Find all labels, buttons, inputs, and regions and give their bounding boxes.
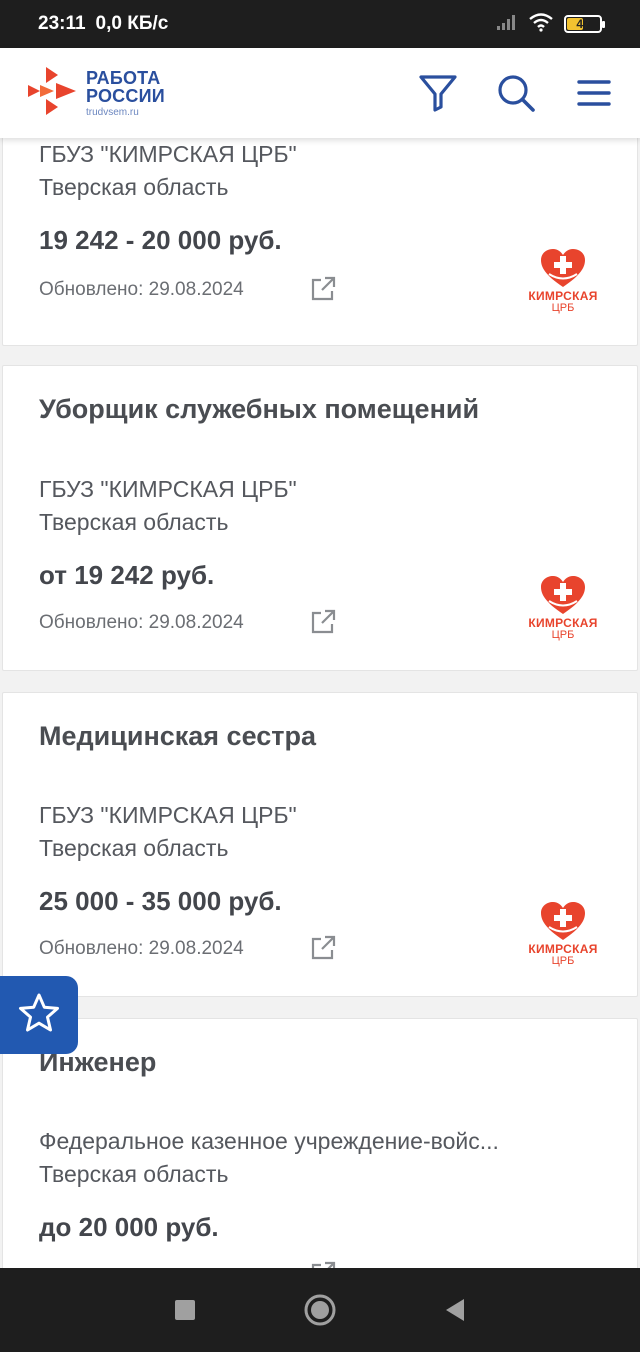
- status-right: 47: [496, 12, 605, 37]
- vacancy-salary: до 20 000 руб.: [39, 1212, 219, 1242]
- logo-line-2: РОССИИ: [86, 85, 165, 106]
- vacancy-company: ГБУЗ "КИМРСКАЯ ЦРБ": [39, 476, 297, 502]
- battery-icon: 47: [564, 15, 605, 33]
- vacancy-salary: 19 242 - 20 000 руб.: [39, 225, 282, 255]
- company-logo-sub: ЦРБ: [551, 954, 575, 967]
- menu-icon[interactable]: [574, 73, 614, 113]
- external-link-icon[interactable]: [309, 275, 339, 305]
- vacancy-card[interactable]: ГБУЗ "КИМРСКАЯ ЦРБ" Тверская область 19 …: [2, 128, 638, 346]
- external-link-icon[interactable]: [309, 934, 339, 964]
- vacancy-card[interactable]: Уборщик служебных помещений ГБУЗ "КИМРСК…: [2, 365, 638, 671]
- vacancy-region: Тверская область: [39, 835, 229, 861]
- status-left: 23:11 0,0 КБ/с: [38, 13, 168, 35]
- search-icon[interactable]: [496, 73, 536, 113]
- company-logo-name: КИМРСКАЯ: [528, 942, 598, 956]
- system-nav-bar: [0, 1268, 640, 1352]
- signal-icon: [496, 13, 518, 36]
- vacancy-card[interactable]: Медицинская сестра ГБУЗ "КИМРСКАЯ ЦРБ" Т…: [2, 692, 638, 997]
- wifi-icon: [528, 12, 554, 37]
- vacancy-company: ГБУЗ "КИМРСКАЯ ЦРБ": [39, 141, 297, 167]
- company-logo-sub: ЦРБ: [551, 628, 575, 641]
- favorites-button[interactable]: [0, 976, 78, 1054]
- home-icon[interactable]: [300, 1290, 340, 1330]
- logo-subtitle: trudvsem.ru: [86, 106, 139, 118]
- vacancy-company: Федеральное казенное учреждение-войс...: [39, 1128, 499, 1154]
- company-logo: КИМРСКАЯ ЦРБ: [523, 902, 603, 976]
- vacancy-region: Тверская область: [39, 174, 229, 200]
- app-header: РАБОТА РОССИИ trudvsem.ru: [0, 48, 640, 138]
- company-logo-name: КИМРСКАЯ: [528, 289, 598, 303]
- star-icon: [18, 992, 60, 1039]
- vacancy-card[interactable]: Инженер Федеральное казенное учреждение-…: [2, 1018, 638, 1286]
- status-network-speed: 0,0 КБ/с: [95, 13, 169, 34]
- logo[interactable]: РАБОТА РОССИИ trudvsem.ru: [26, 65, 165, 122]
- vacancy-salary: от 19 242 руб.: [39, 560, 215, 590]
- header-actions: [418, 73, 614, 113]
- status-time: 23:11: [38, 13, 86, 34]
- logo-line-1: РАБОТА: [86, 67, 161, 88]
- recents-icon[interactable]: [165, 1290, 205, 1330]
- vacancy-title[interactable]: Уборщик служебных помещений: [39, 394, 479, 425]
- filter-icon[interactable]: [418, 73, 458, 113]
- company-logo: КИМРСКАЯ ЦРБ: [523, 576, 603, 650]
- vacancy-salary: 25 000 - 35 000 руб.: [39, 886, 282, 916]
- company-logo-name: КИМРСКАЯ: [528, 616, 598, 630]
- battery-level: 47: [576, 17, 590, 31]
- vacancy-company: ГБУЗ "КИМРСКАЯ ЦРБ": [39, 802, 297, 828]
- back-icon[interactable]: [435, 1290, 475, 1330]
- logo-mark-icon: [26, 65, 78, 122]
- status-bar: 23:11 0,0 КБ/с 47: [0, 0, 640, 48]
- vacancy-updated: Обновлено: 29.08.2024: [39, 938, 244, 959]
- company-logo: КИМРСКАЯ ЦРБ: [523, 249, 603, 323]
- vacancy-region: Тверская область: [39, 509, 229, 535]
- vacancy-title[interactable]: Медицинская сестра: [39, 721, 316, 752]
- vacancy-region: Тверская область: [39, 1161, 229, 1187]
- vacancy-updated: Обновлено: 29.08.2024: [39, 612, 244, 633]
- external-link-icon[interactable]: [309, 608, 339, 638]
- company-logo-sub: ЦРБ: [551, 301, 575, 314]
- vacancy-updated: Обновлено: 29.08.2024: [39, 279, 244, 300]
- logo-text: РАБОТА РОССИИ trudvsem.ru: [86, 69, 165, 118]
